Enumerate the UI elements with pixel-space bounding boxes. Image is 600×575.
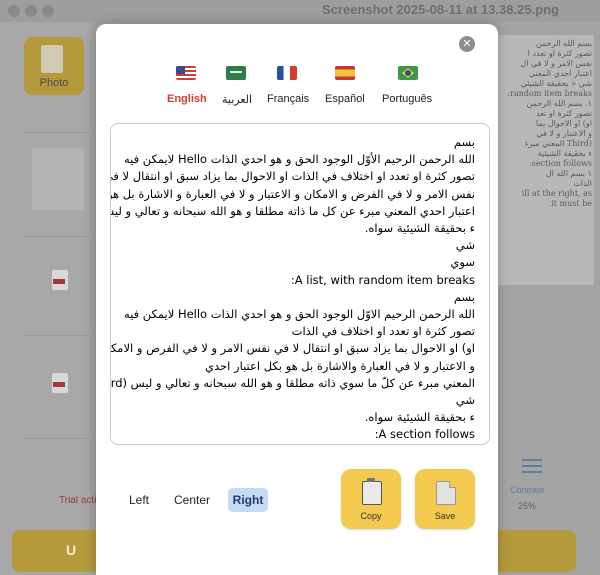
- language-english[interactable]: English: [167, 93, 207, 105]
- text-line: الله الرحمن الرحيم الأوّل الوجود الحق و …: [123, 152, 475, 167]
- sidebar: [0, 22, 90, 575]
- text-line: A list, with random item breaks:: [290, 272, 475, 287]
- minimize-window-dot[interactable]: [25, 5, 37, 17]
- title-bar: Screenshot 2025-08-11 at 13.38.25.png: [0, 0, 600, 22]
- background-document-line: random item breaks:: [507, 89, 592, 98]
- language-portuguese[interactable]: Português: [382, 93, 432, 105]
- photo-label: Photo: [39, 77, 69, 89]
- text-line: ء بحقيقة الشيئية سواه.: [364, 221, 475, 236]
- close-icon[interactable]: ✕: [459, 36, 475, 52]
- background-document-line: تصور كثرة او تعد: [536, 109, 592, 118]
- text-line: A section follows:: [374, 427, 475, 442]
- recognized-text-area[interactable]: بسم الله الرحمن الرحيم الأوّل الوجود الحق…: [110, 123, 490, 445]
- us-flag-icon[interactable]: [176, 66, 196, 80]
- text-line: شي: [455, 393, 475, 408]
- trial-text: Trial acti: [59, 495, 97, 506]
- background-document-line: ill at the right, as: [521, 189, 592, 198]
- text-line: و الاعتبار و لا في العبارة والاشارة بل ه…: [205, 358, 475, 373]
- document-icon: [436, 481, 456, 505]
- text-line: اعتبار احدي المعني مبرء عن كل ما ذاته مط…: [110, 203, 475, 218]
- align-left-button[interactable]: Left: [126, 488, 152, 512]
- page-thumbnail[interactable]: [32, 148, 84, 210]
- background-document-line: ء بحقيقة الشيئية: [537, 149, 592, 158]
- contrast-control[interactable]: Contrast 25%: [498, 455, 576, 515]
- background-document-preview: بسم الله الرحمن تصور كثرة او تعدد ا نفس ال…: [498, 35, 594, 285]
- window-title: Screenshot 2025-08-11 at 13.38.25.png: [322, 2, 560, 17]
- background-document-line: بسم الله الرحمن: [535, 39, 592, 48]
- background-document-line: تصور كثرة او تعدد ا: [527, 49, 592, 58]
- copy-button[interactable]: Copy: [341, 469, 401, 529]
- upgrade-button-label: U: [66, 542, 77, 558]
- text-line: الله الرحمن الرحيم الاوّل الوجود الحق و …: [123, 307, 475, 322]
- photo-icon: [41, 45, 63, 73]
- language-spanish[interactable]: Español: [325, 93, 365, 105]
- text-line: شي: [455, 238, 475, 253]
- text-line: سوي: [450, 255, 475, 270]
- text-line: ء بحقيقة الشيئية سواه.: [364, 410, 475, 425]
- photo-button[interactable]: Photo: [24, 37, 84, 95]
- background-document-line: ١ بسم الله ال: [545, 169, 592, 178]
- brazil-flag-icon[interactable]: [398, 66, 418, 80]
- background-document-line: شي « بحقيقة الشيئي: [520, 79, 592, 88]
- text-line: نفس الامر و لا في الفرض و الامكان و الاع…: [110, 186, 475, 201]
- sidebar-divider: [25, 132, 90, 133]
- text-line: بسم: [453, 289, 475, 304]
- text-line: تصور كثرة او تعدد او اختلاف في الذات: [291, 324, 475, 339]
- recognized-text-lines: بسم الله الرحمن الرحيم الأوّل الوجود الحق…: [110, 134, 475, 445]
- contrast-percent: 25%: [518, 501, 537, 511]
- text-line: تصور كثرة او تعدد او اختلاف في الذات او …: [110, 169, 475, 184]
- save-button[interactable]: Save: [415, 469, 475, 529]
- background-document-line: it must be.: [548, 199, 592, 208]
- text-line: المعني مبرء عن كلّ ما سوي ذاته مطلقا و ه…: [110, 375, 475, 390]
- language-french[interactable]: Français: [267, 93, 309, 105]
- save-label: Save: [434, 511, 456, 521]
- saudi-flag-icon[interactable]: [226, 66, 246, 80]
- background-document-line: الذات: [573, 179, 592, 188]
- spain-flag-icon[interactable]: [335, 66, 355, 80]
- background-document-line: او) او الاحوال بما: [535, 119, 592, 128]
- align-right-button[interactable]: Right: [228, 488, 268, 512]
- background-document-line: اعتبار احدي المعني: [528, 69, 592, 78]
- align-center-button[interactable]: Center: [170, 488, 214, 512]
- background-document-line: (Third المعني مبرء: [524, 139, 592, 148]
- text-line: بسم: [453, 135, 475, 149]
- background-document-text: بسم الله الرحمن تصور كثرة او تعدد ا نفس ال…: [498, 35, 594, 213]
- language-arabic[interactable]: العربية: [222, 93, 252, 106]
- text-line: بسم: [123, 444, 475, 445]
- sidebar-divider: [25, 335, 90, 336]
- background-document-line: ١. بسم الله الرحمن: [526, 99, 593, 108]
- sidebar-divider: [25, 236, 90, 237]
- contrast-icon: [522, 459, 542, 461]
- pdf-file-icon[interactable]: [52, 373, 68, 393]
- background-document-line: نفس الامر و لا في ال: [520, 59, 592, 68]
- contrast-label: Contrast: [510, 485, 545, 495]
- clipboard-icon: [362, 478, 382, 505]
- background-document-line: section follows:: [529, 159, 592, 168]
- france-flag-icon[interactable]: [277, 66, 297, 80]
- text-line: او) او الاحوال بما يزاد سبق او انتقال لا…: [110, 341, 475, 356]
- pdf-file-icon[interactable]: [52, 270, 68, 290]
- zoom-window-dot[interactable]: [42, 5, 54, 17]
- close-window-dot[interactable]: [8, 5, 20, 17]
- copy-label: Copy: [360, 511, 382, 521]
- background-document-line: و الاعتبار و لا في: [536, 129, 592, 138]
- sidebar-divider: [25, 438, 90, 439]
